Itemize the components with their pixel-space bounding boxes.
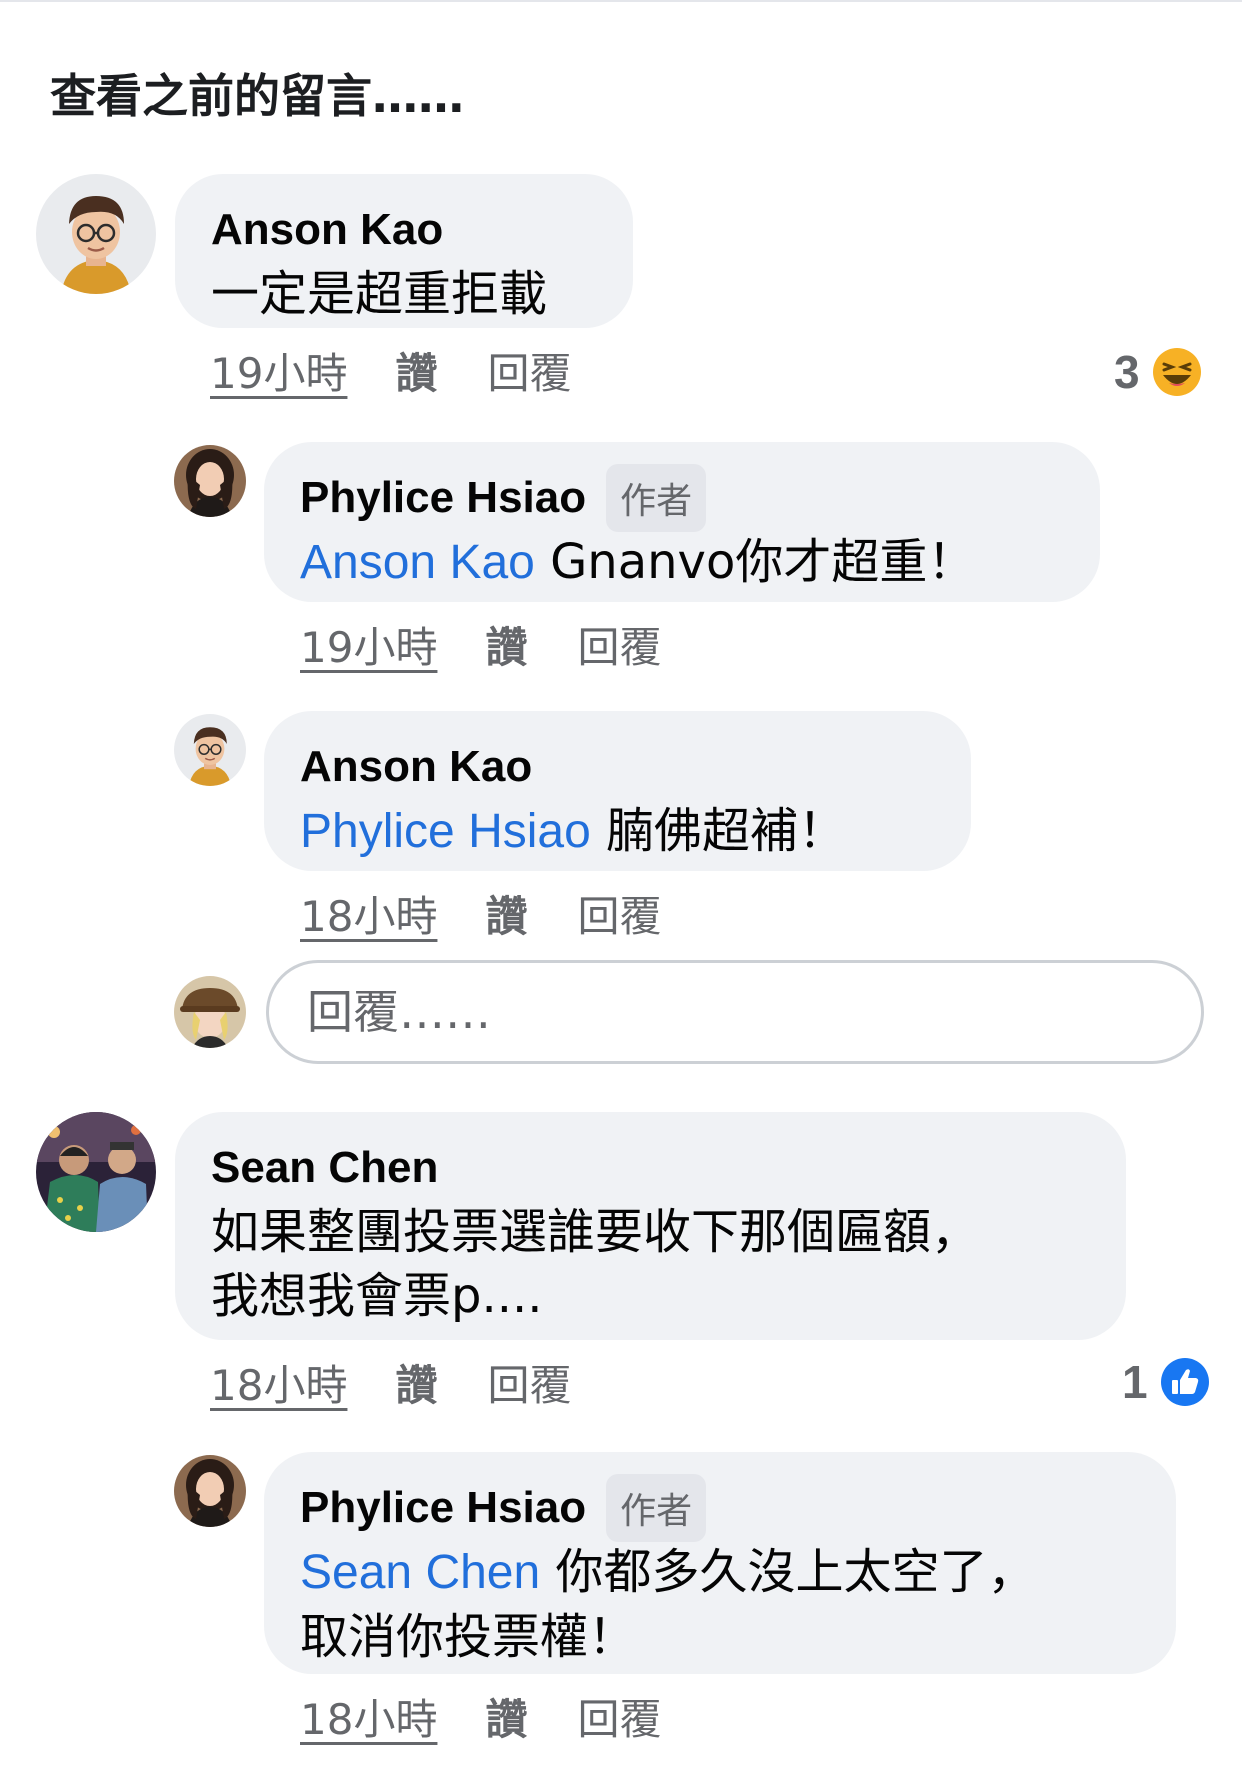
comment-author-link[interactable]: Sean Chen bbox=[211, 1143, 438, 1193]
memoji-avatar-icon bbox=[36, 174, 156, 294]
comment-actions: 19小時 讚 回覆 bbox=[210, 340, 571, 400]
comment-text-line2: 取消你投票權！ bbox=[300, 1609, 637, 1665]
comment-text-line2: 我想我會票p.... bbox=[211, 1268, 543, 1324]
comment-bubble: Anson Kao 一定是超重拒載 bbox=[175, 174, 633, 328]
comment-actions: 18小時 讚 回覆 bbox=[300, 1686, 661, 1746]
mention-link[interactable]: Anson Kao bbox=[300, 536, 535, 589]
current-user-avatar bbox=[174, 976, 246, 1048]
group-photo-avatar-icon bbox=[36, 1112, 156, 1232]
comment-header: Phylice Hsiao 作者 bbox=[300, 464, 1064, 532]
comment-text: Phylice Hsiao 腩佛超補！ bbox=[300, 799, 935, 864]
reaction-summary[interactable]: 3 bbox=[1114, 345, 1202, 399]
comment-actions: 18小時 讚 回覆 bbox=[210, 1352, 571, 1412]
memoji-avatar-icon bbox=[174, 714, 246, 786]
comment-bubble: Phylice Hsiao 作者 Sean Chen 你都多久沒上太空了， 取消… bbox=[264, 1452, 1176, 1674]
like-button[interactable]: 讚 bbox=[395, 1352, 437, 1413]
avatar-anson-kao[interactable] bbox=[36, 174, 156, 294]
comment-actions: 19小時 讚 回覆 bbox=[300, 614, 661, 674]
mention-link[interactable]: Sean Chen bbox=[300, 1546, 540, 1599]
avatar-phylice-hsiao[interactable] bbox=[174, 1455, 246, 1527]
reply-button[interactable]: 回覆 bbox=[577, 883, 661, 944]
comment-text-body: 腩佛超補！ bbox=[590, 803, 847, 859]
comment-author-link[interactable]: Anson Kao bbox=[211, 205, 443, 255]
like-button[interactable]: 讚 bbox=[485, 614, 527, 675]
portrait-avatar-icon bbox=[174, 1455, 246, 1527]
comment-timestamp[interactable]: 19小時 bbox=[300, 614, 437, 675]
thumbs-up-icon bbox=[1160, 1358, 1209, 1406]
comment-actions: 18小時 讚 回覆 bbox=[300, 883, 661, 943]
comment-timestamp[interactable]: 19小時 bbox=[210, 340, 347, 401]
reaction-summary[interactable]: 1 bbox=[1122, 1355, 1210, 1409]
comment-author-link[interactable]: Phylice Hsiao bbox=[300, 473, 586, 523]
like-button[interactable]: 讚 bbox=[395, 340, 437, 401]
portrait-avatar-icon bbox=[174, 445, 246, 517]
comment-header: Sean Chen bbox=[211, 1136, 1090, 1200]
comment-timestamp[interactable]: 18小時 bbox=[210, 1352, 347, 1413]
reply-button[interactable]: 回覆 bbox=[487, 340, 571, 401]
reaction-count: 1 bbox=[1122, 1356, 1148, 1408]
comment-timestamp[interactable]: 18小時 bbox=[300, 1686, 437, 1747]
comment-author-link[interactable]: Anson Kao bbox=[300, 742, 532, 792]
avatar-phylice-hsiao[interactable] bbox=[174, 445, 246, 517]
comment-header: Anson Kao bbox=[211, 198, 597, 262]
avatar-anson-kao[interactable] bbox=[174, 714, 246, 786]
hat-avatar-icon bbox=[174, 976, 246, 1048]
comment-text: 一定是超重拒載 bbox=[211, 266, 548, 322]
author-badge: 作者 bbox=[606, 464, 707, 532]
view-previous-comments-link[interactable]: 查看之前的留言…… bbox=[50, 60, 464, 126]
comment-bubble: Anson Kao Phylice Hsiao 腩佛超補！ bbox=[264, 711, 971, 871]
comment-text: Anson Kao Gnanvo你才超重！ bbox=[300, 530, 1064, 595]
reply-input[interactable] bbox=[305, 984, 1165, 1040]
comment-bubble: Sean Chen 如果整團投票選誰要收下那個匾額， 我想我會票p.... bbox=[175, 1112, 1126, 1340]
like-button[interactable]: 讚 bbox=[485, 883, 527, 944]
comment-text-line1: Sean Chen 你都多久沒上太空了， bbox=[300, 1540, 1140, 1605]
comment-text-body: Gnanvo你才超重！ bbox=[534, 534, 976, 590]
comment-header: Phylice Hsiao 作者 bbox=[300, 1474, 1140, 1542]
reaction-count: 3 bbox=[1114, 346, 1140, 398]
reply-button[interactable]: 回覆 bbox=[577, 1686, 661, 1747]
mention-link[interactable]: Phylice Hsiao bbox=[300, 805, 591, 858]
comment-bubble: Phylice Hsiao 作者 Anson Kao Gnanvo你才超重！ bbox=[264, 442, 1100, 602]
like-button[interactable]: 讚 bbox=[485, 1686, 527, 1747]
avatar-sean-chen[interactable] bbox=[36, 1112, 156, 1232]
comment-author-link[interactable]: Phylice Hsiao bbox=[300, 1483, 586, 1533]
comment-text-body: 你都多久沒上太空了， bbox=[540, 1544, 1036, 1600]
laughing-face-icon bbox=[1152, 348, 1201, 396]
comment-text-line1: 如果整團投票選誰要收下那個匾額， bbox=[211, 1204, 980, 1260]
reply-input-box[interactable] bbox=[266, 960, 1204, 1064]
author-badge: 作者 bbox=[606, 1474, 707, 1542]
comment-timestamp[interactable]: 18小時 bbox=[300, 883, 437, 944]
reply-button[interactable]: 回覆 bbox=[487, 1352, 571, 1413]
comments-page: 查看之前的留言…… Anson Kao 一定是超重拒載 19小時 讚 回覆 3 bbox=[0, 0, 1242, 1765]
reply-button[interactable]: 回覆 bbox=[577, 614, 661, 675]
comment-header: Anson Kao bbox=[300, 735, 935, 799]
